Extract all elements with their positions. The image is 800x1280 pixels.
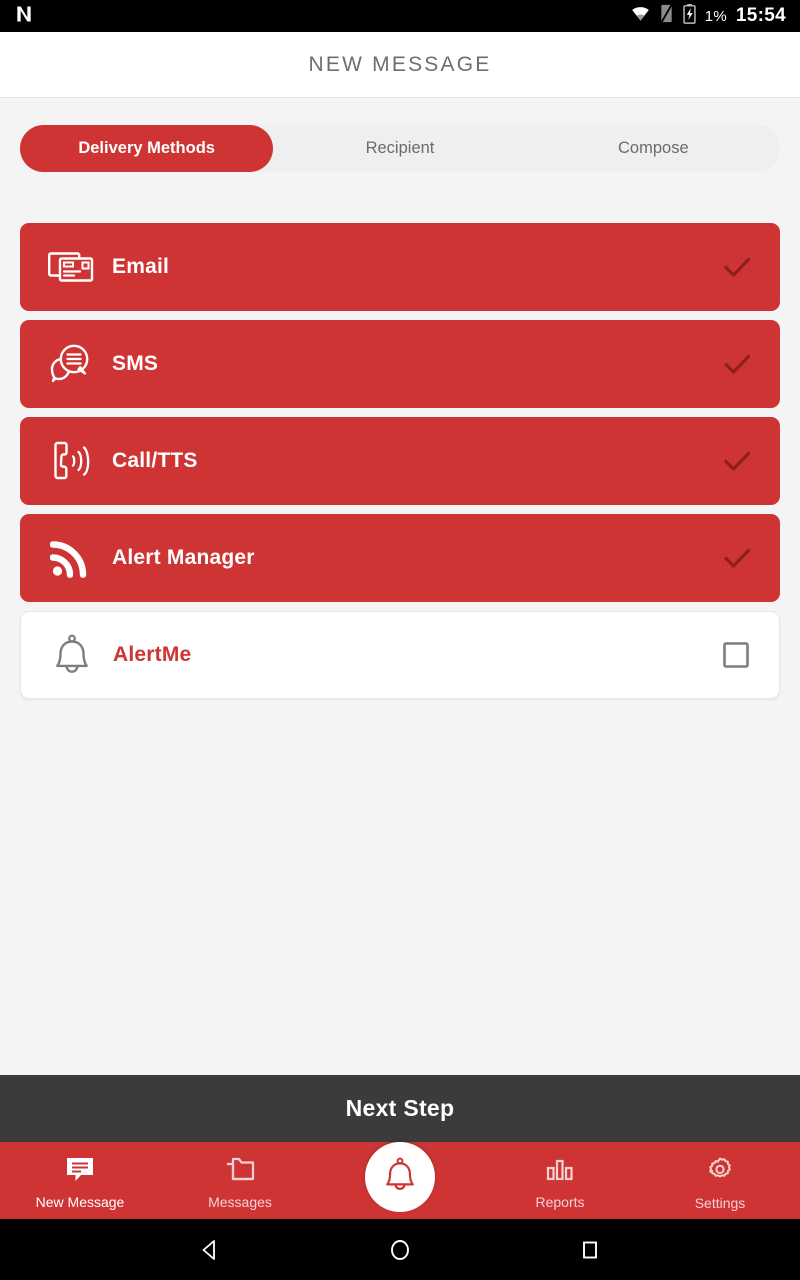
- nav-label: New Message: [35, 1193, 125, 1210]
- status-bar: 1% 15:54: [0, 0, 800, 32]
- delivery-method-alert-manager[interactable]: Alert Manager: [20, 514, 780, 602]
- nav-label: Reports: [535, 1193, 585, 1210]
- nav-item-reports[interactable]: Reports: [480, 1142, 640, 1219]
- folders-icon: [224, 1156, 256, 1189]
- nova-launcher-icon: [14, 4, 34, 29]
- tab-label: Recipient: [365, 139, 435, 157]
- broadcast-rss-icon: [42, 537, 100, 579]
- no-sim-signal-icon: [659, 4, 674, 28]
- delivery-method-email[interactable]: Email: [20, 223, 780, 311]
- check-icon[interactable]: [716, 251, 758, 283]
- delivery-method-call-tts[interactable]: Call/TTS: [20, 417, 780, 505]
- tab-recipient[interactable]: Recipient: [273, 125, 526, 172]
- gear-icon: [705, 1155, 735, 1190]
- delivery-method-alertme[interactable]: AlertMe: [20, 611, 780, 699]
- delivery-method-sms[interactable]: SMS: [20, 320, 780, 408]
- tab-label: Delivery Methods: [78, 139, 215, 157]
- chat-bubbles-icon: [42, 343, 100, 385]
- delivery-method-label: Call/TTS: [112, 449, 198, 472]
- delivery-method-label: Alert Manager: [112, 546, 255, 569]
- next-step-button[interactable]: Next Step: [0, 1075, 800, 1142]
- tab-label: Compose: [618, 139, 689, 157]
- app-header: NEW MESSAGE: [0, 32, 800, 98]
- check-icon[interactable]: [716, 542, 758, 574]
- nav-label: Settings: [694, 1194, 746, 1211]
- recents-square-icon[interactable]: [560, 1228, 620, 1272]
- phone-screen: 1% 15:54 NEW MESSAGE Delivery Methods Re…: [0, 0, 800, 1280]
- empty-checkbox-icon[interactable]: [715, 641, 757, 669]
- bell-outline-icon: [383, 1156, 417, 1199]
- nav-item-new-message[interactable]: New Message: [0, 1142, 160, 1219]
- nav-item-messages[interactable]: Messages: [160, 1142, 320, 1219]
- page-title: NEW MESSAGE: [308, 52, 492, 76]
- check-icon[interactable]: [716, 348, 758, 380]
- delivery-method-label: AlertMe: [113, 643, 192, 666]
- battery-percent: 1%: [704, 7, 727, 25]
- tab-bar: Delivery Methods Recipient Compose: [20, 125, 780, 172]
- tab-delivery-methods[interactable]: Delivery Methods: [20, 125, 274, 172]
- battery-charging-icon: [683, 3, 696, 29]
- nav-item-settings[interactable]: Settings: [640, 1142, 800, 1219]
- delivery-method-label: SMS: [112, 352, 159, 375]
- alert-fab-button[interactable]: [365, 1142, 435, 1212]
- wifi-icon: [631, 4, 650, 28]
- home-circle-icon[interactable]: [370, 1228, 430, 1272]
- check-icon[interactable]: [716, 445, 758, 477]
- android-navigation-bar: [0, 1219, 800, 1280]
- tab-compose[interactable]: Compose: [527, 125, 780, 172]
- bell-outline-icon: [43, 633, 101, 677]
- bar-chart-icon: [545, 1156, 575, 1189]
- delivery-method-label: Email: [112, 255, 170, 278]
- next-step-label: Next Step: [345, 1095, 455, 1121]
- nav-label: Messages: [208, 1193, 272, 1210]
- phone-waves-icon: [42, 439, 100, 483]
- email-envelopes-icon: [42, 249, 100, 285]
- delivery-methods-list: Email SMS Call/TTS Alert Manager AlertMe: [20, 223, 780, 708]
- back-triangle-icon[interactable]: [180, 1228, 240, 1272]
- clock: 15:54: [735, 5, 786, 26]
- chat-filled-icon: [65, 1156, 95, 1189]
